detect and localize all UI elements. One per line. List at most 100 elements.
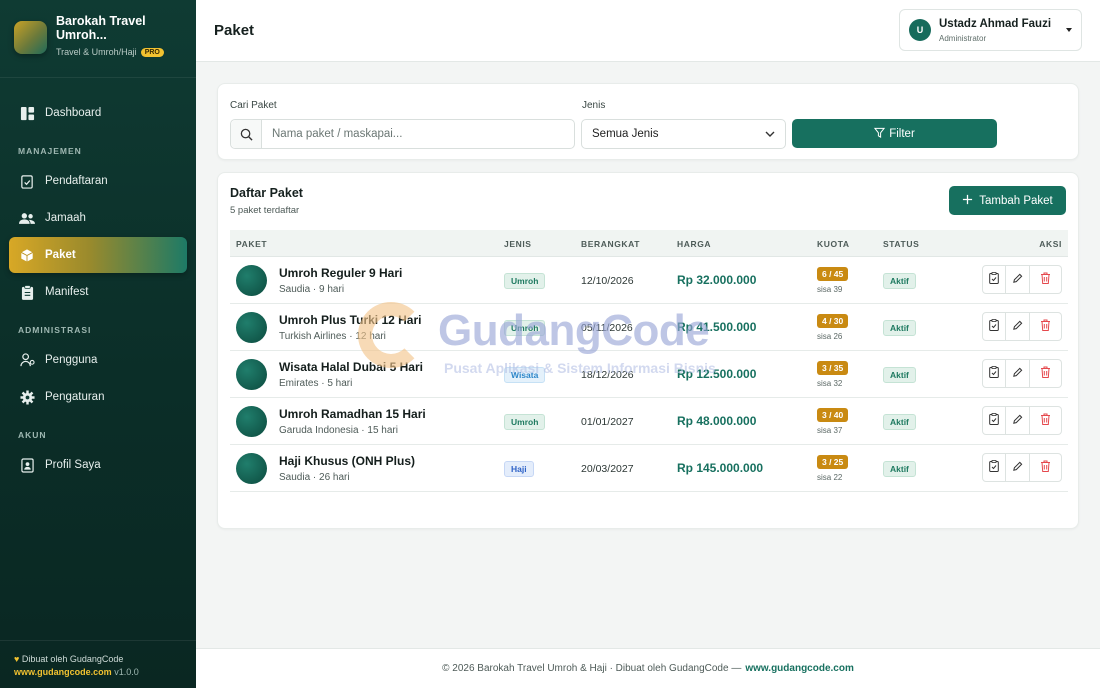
quota-remaining: sisa 22	[817, 473, 843, 482]
column-paket: PAKET	[236, 239, 268, 249]
package-price: Rp 48.000.000	[677, 414, 757, 428]
column-harga: HARGA	[677, 239, 712, 249]
edit-button[interactable]	[1006, 453, 1030, 482]
type-select[interactable]: Semua Jenis	[581, 119, 786, 149]
nav-section-administrasi: ADMINISTRASI	[18, 325, 92, 335]
quota-remaining: sisa 37	[817, 426, 843, 435]
row-actions	[982, 265, 1062, 294]
search-label: Cari Paket	[230, 100, 277, 111]
user-name: Ustadz Ahmad Fauzi	[939, 17, 1052, 30]
sidebar-item-dashboard[interactable]: Dashboard	[9, 95, 187, 131]
clipboard-check-icon	[19, 173, 35, 189]
detail-button[interactable]	[982, 453, 1006, 482]
departure-date: 01/01/2027	[581, 416, 634, 428]
detail-button[interactable]	[982, 265, 1006, 294]
package-thumbnail	[236, 312, 267, 343]
watermark-logo	[358, 302, 424, 368]
column-status: STATUS	[883, 239, 920, 249]
package-thumbnail	[236, 453, 267, 484]
trash-icon	[1040, 412, 1051, 430]
sidebar-item-jamaah[interactable]: Jamaah	[9, 200, 187, 236]
detail-button[interactable]	[982, 312, 1006, 341]
trash-icon	[1040, 271, 1051, 289]
package-meta: Garuda Indonesia · 15 hari	[279, 425, 398, 436]
clipboard-list-icon	[19, 284, 35, 300]
edit-button[interactable]	[1006, 406, 1030, 435]
quota-remaining: sisa 26	[817, 332, 843, 341]
package-meta: Saudia · 9 hari	[279, 284, 345, 295]
user-role: Administrator	[939, 33, 987, 43]
delete-button[interactable]	[1030, 453, 1062, 482]
list-count: 5 paket terdaftar	[230, 205, 300, 216]
sidebar-item-pendaftaran[interactable]: Pendaftaran	[9, 163, 187, 199]
box-icon	[19, 247, 35, 263]
filter-button[interactable]: Filter	[792, 119, 997, 148]
package-thumbnail	[236, 406, 267, 437]
footer-text: © 2026 Barokah Travel Umroh & Haji · Dib…	[442, 663, 742, 674]
trash-icon	[1040, 365, 1051, 383]
edit-button[interactable]	[1006, 312, 1030, 341]
pencil-icon	[1012, 412, 1023, 430]
status-badge: Aktif	[883, 367, 916, 383]
table-row: Umroh Ramadhan 15 Hari Garuda Indonesia …	[230, 398, 1068, 445]
departure-date: 20/03/2027	[581, 463, 634, 475]
type-select-value: Semua Jenis	[592, 128, 659, 140]
users-icon	[19, 210, 35, 226]
footer-link[interactable]: www.gudangcode.com	[745, 663, 854, 674]
user-menu[interactable]: U Ustadz Ahmad Fauzi Administrator	[899, 9, 1082, 51]
filter-card: Cari Paket Jenis Semua Jenis Filter	[217, 83, 1079, 160]
watermark-subtitle: Pusat Aplikasi & Sistem Informasi Bisnis	[444, 360, 716, 376]
table-row: Umroh Reguler 9 Hari Saudia · 9 hari Umr…	[230, 257, 1068, 304]
column-aksi: AKSI	[1039, 239, 1062, 249]
pro-badge: PRO	[140, 47, 164, 57]
trash-icon	[1040, 318, 1051, 336]
sidebar-item-pengaturan[interactable]: Pengaturan	[9, 379, 187, 415]
sidebar-item-manifest[interactable]: Manifest	[9, 274, 187, 310]
chevron-down-icon	[765, 129, 775, 141]
column-berangkat: BERANGKAT	[581, 239, 641, 249]
quota-remaining: sisa 39	[817, 285, 843, 294]
heart-icon: ♥	[14, 654, 20, 664]
package-name: Umroh Reguler 9 Hari	[279, 266, 403, 280]
delete-button[interactable]	[1030, 359, 1062, 388]
edit-button[interactable]	[1006, 359, 1030, 388]
quota-badge: 4 / 30	[817, 314, 849, 328]
search-box	[230, 119, 575, 149]
brand-name: Barokah Travel Umroh...	[56, 14, 146, 42]
package-meta: Saudia · 26 hari	[279, 472, 350, 483]
sidebar-nav: Dashboard MANAJEMEN Pendaftaran Jamaah P…	[0, 78, 196, 483]
quota-badge: 3 / 40	[817, 408, 849, 422]
plus-icon	[962, 194, 973, 208]
delete-button[interactable]	[1030, 406, 1062, 435]
clipboard-icon	[989, 459, 999, 477]
pencil-icon	[1012, 459, 1023, 477]
sidebar-item-pengguna[interactable]: Pengguna	[9, 342, 187, 378]
detail-button[interactable]	[982, 359, 1006, 388]
search-input[interactable]	[262, 120, 574, 148]
topbar: Paket U Ustadz Ahmad Fauzi Administrator	[196, 0, 1100, 62]
avatar: U	[909, 19, 931, 41]
pencil-icon	[1012, 365, 1023, 383]
quota-badge: 6 / 45	[817, 267, 849, 281]
table-header: PAKET JENIS BERANGKAT HARGA KUOTA STATUS…	[230, 230, 1068, 257]
sidebar-item-profil-saya[interactable]: Profil Saya	[9, 447, 187, 483]
sidebar: Barokah Travel Umroh... Travel & Umroh/H…	[0, 0, 196, 688]
package-price: Rp 145.000.000	[677, 461, 764, 475]
detail-button[interactable]	[982, 406, 1006, 435]
brand-subtitle: Travel & Umroh/Haji	[56, 47, 137, 57]
status-badge: Aktif	[883, 320, 916, 336]
package-name: Haji Khusus (ONH Plus)	[279, 454, 416, 468]
brand-logo	[14, 21, 47, 54]
sidebar-item-paket[interactable]: Paket	[9, 237, 187, 273]
sidebar-footer-link[interactable]: www.gudangcode.com	[14, 667, 112, 677]
funnel-icon	[874, 127, 886, 141]
package-thumbnail	[236, 359, 267, 390]
nav-section-manajemen: MANAJEMEN	[18, 146, 82, 156]
brand[interactable]: Barokah Travel Umroh... Travel & Umroh/H…	[0, 0, 196, 78]
package-meta: Emirates · 5 hari	[279, 378, 353, 389]
add-package-button[interactable]: Tambah Paket	[949, 186, 1066, 215]
delete-button[interactable]	[1030, 312, 1062, 341]
delete-button[interactable]	[1030, 265, 1062, 294]
edit-button[interactable]	[1006, 265, 1030, 294]
list-title: Daftar Paket	[230, 186, 303, 200]
